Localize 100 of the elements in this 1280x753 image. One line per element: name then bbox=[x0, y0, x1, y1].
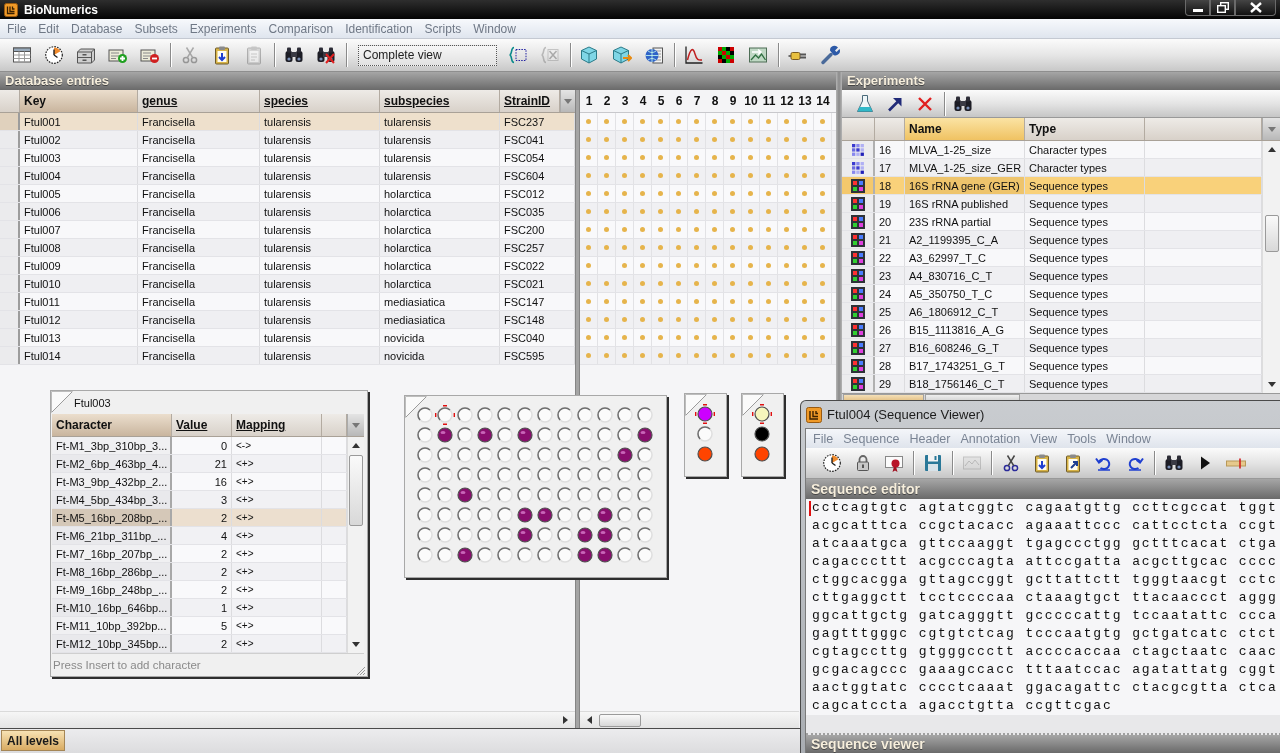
table-row[interactable]: 21 A2_1199395_C_A Sequence types bbox=[842, 231, 1262, 249]
table-row[interactable]: Ftul006 Francisella tularensis holarctica FSC035 bbox=[0, 203, 575, 221]
column-header[interactable]: genus bbox=[138, 90, 260, 112]
menu-item[interactable]: Identification bbox=[339, 19, 419, 38]
table-row[interactable]: 22 A3_62997_T_C Sequence types bbox=[842, 249, 1262, 267]
column-header[interactable]: 1 bbox=[580, 90, 598, 112]
scroll-down-icon[interactable] bbox=[1267, 381, 1276, 388]
panel-corner-icon[interactable] bbox=[685, 394, 707, 416]
plate-well-icon[interactable] bbox=[475, 425, 495, 445]
table-row[interactable]: 24 A5_350750_T_C Sequence types bbox=[842, 285, 1262, 303]
menu-item[interactable]: File bbox=[1, 19, 33, 38]
table-row[interactable]: Ftul010 Francisella tularensis holarctica FSC021 bbox=[0, 275, 575, 293]
scroll-left-icon[interactable] bbox=[586, 716, 593, 724]
color-grid-icon[interactable] bbox=[716, 45, 736, 65]
table-row[interactable]: 16 MLVA_1-25_size Character types bbox=[842, 141, 1262, 159]
binoculars-cross-icon[interactable] bbox=[316, 45, 336, 65]
table-row[interactable]: Ftul007 Francisella tularensis holarctica FSC200 bbox=[0, 221, 575, 239]
plate-well-icon[interactable] bbox=[455, 485, 475, 505]
table-row[interactable]: 23 A4_830716_C_T Sequence types bbox=[842, 267, 1262, 285]
table-row[interactable]: Ft-M7_16bp_207bp_... 2 <+> bbox=[52, 545, 347, 563]
cube-icon[interactable] bbox=[580, 45, 600, 65]
wrench-icon[interactable] bbox=[820, 45, 840, 65]
plate-well-icon[interactable] bbox=[435, 425, 455, 445]
plate-well-icon[interactable] bbox=[595, 505, 615, 525]
scroll-up-icon[interactable] bbox=[1267, 146, 1276, 153]
menu-item[interactable]: Subsets bbox=[128, 19, 184, 38]
binoculars-icon[interactable] bbox=[284, 45, 304, 65]
brace-selection-icon[interactable] bbox=[508, 45, 528, 65]
table-row[interactable]: Ftul009 Francisella tularensis holarctica FSC022 bbox=[0, 257, 575, 275]
panel-corner-icon[interactable] bbox=[405, 396, 427, 418]
column-header[interactable]: 8 bbox=[706, 90, 724, 112]
scrollbar-thumb[interactable] bbox=[1264, 215, 1279, 252]
level-tab[interactable]: All levels bbox=[1, 730, 66, 751]
table-row[interactable]: 18 16S rRNA gene (GER) Sequence types bbox=[842, 177, 1262, 195]
table-row[interactable]: Ftul011 Francisella tularensis mediasiatica FSC147 bbox=[0, 293, 575, 311]
table-row[interactable]: Ft-M4_5bp_434bp_3... 3 <+> bbox=[52, 491, 347, 509]
column-menu-button[interactable] bbox=[347, 414, 364, 436]
table-row[interactable]: 20 23S rRNA partial Sequence types bbox=[842, 213, 1262, 231]
plate-well-icon[interactable] bbox=[752, 424, 772, 444]
column-header[interactable]: 7 bbox=[688, 90, 706, 112]
table-row[interactable]: 26 B15_1113816_A_G Sequence types bbox=[842, 321, 1262, 339]
plate-well-icon[interactable] bbox=[615, 445, 635, 465]
close-button[interactable] bbox=[1235, 0, 1276, 16]
vertical-scrollbar[interactable] bbox=[347, 437, 364, 653]
globe-sheet-icon[interactable] bbox=[644, 45, 664, 65]
table-row[interactable]: Ftul005 Francisella tularensis holarctica FSC012 bbox=[0, 185, 575, 203]
column-header[interactable]: 12 bbox=[778, 90, 796, 112]
resize-grip-icon[interactable] bbox=[354, 664, 366, 676]
column-header[interactable]: 5 bbox=[652, 90, 670, 112]
flask-icon[interactable] bbox=[855, 93, 875, 114]
table-row[interactable]: Ft-M1_3bp_310bp_3... 0 <-> bbox=[52, 437, 347, 455]
caret-down-icon[interactable] bbox=[1267, 125, 1276, 133]
column-header[interactable]: 11 bbox=[760, 90, 778, 112]
menu-item[interactable]: Scripts bbox=[418, 19, 468, 38]
column-header[interactable]: 13 bbox=[796, 90, 814, 112]
table-row[interactable]: Ftul008 Francisella tularensis holarctica FSC257 bbox=[0, 239, 575, 257]
line-chart-icon[interactable] bbox=[684, 45, 704, 65]
column-header[interactable]: Key bbox=[20, 90, 138, 112]
picture-icon[interactable] bbox=[748, 45, 768, 65]
table-row[interactable]: Ftul002 Francisella tularensis tularensis FSC041 bbox=[0, 131, 575, 149]
plate-well-icon[interactable] bbox=[595, 525, 615, 545]
menu-item[interactable]: Edit bbox=[32, 19, 66, 38]
plate-well-icon[interactable] bbox=[515, 425, 535, 445]
scrollbar-thumb[interactable] bbox=[599, 713, 641, 727]
panel-corner-icon[interactable] bbox=[742, 394, 764, 416]
table-row[interactable]: Ftul013 Francisella tularensis novicida FSC040 bbox=[0, 329, 575, 347]
plate-well-icon[interactable] bbox=[695, 404, 715, 424]
scroll-up-icon[interactable] bbox=[352, 442, 360, 449]
column-header[interactable]: subspecies bbox=[380, 90, 500, 112]
plate-well-icon[interactable] bbox=[595, 545, 615, 565]
table-row[interactable]: Ftul014 Francisella tularensis novicida FSC595 bbox=[0, 347, 575, 365]
restore-button[interactable] bbox=[1210, 0, 1235, 16]
table-row[interactable]: Ftul012 Francisella tularensis mediasiatica FSC148 bbox=[0, 311, 575, 329]
table-row[interactable]: Ft-M10_16bp_646bp... 1 <+> bbox=[52, 599, 347, 617]
table-row[interactable]: Ft-M3_9bp_432bp_2... 16 <+> bbox=[52, 473, 347, 491]
plate-well-icon[interactable] bbox=[635, 425, 655, 445]
column-menu-button[interactable] bbox=[560, 90, 575, 112]
table-row[interactable]: Ftul004 Francisella tularensis tularensis FSC604 bbox=[0, 167, 575, 185]
menu-item[interactable]: Comparison bbox=[262, 19, 340, 38]
column-header[interactable]: 14 bbox=[814, 90, 832, 112]
column-header[interactable]: Type bbox=[1025, 118, 1145, 140]
column-header[interactable]: Character bbox=[52, 414, 172, 436]
cabinet-icon[interactable] bbox=[76, 45, 96, 65]
column-header[interactable]: 4 bbox=[634, 90, 652, 112]
plate-well-icon[interactable] bbox=[535, 505, 555, 525]
plate-well-icon[interactable] bbox=[752, 444, 772, 464]
cube-arrow-icon[interactable] bbox=[612, 45, 632, 65]
column-header[interactable]: 2 bbox=[598, 90, 616, 112]
table-row[interactable]: Ft-M11_10bp_392bp... 5 <+> bbox=[52, 617, 347, 635]
table-row[interactable]: Ft-M8_16bp_286bp_... 2 <+> bbox=[52, 563, 347, 581]
scroll-down-icon[interactable] bbox=[352, 641, 360, 648]
table-row[interactable]: Ftul003 Francisella tularensis tularensis FSC054 bbox=[0, 149, 575, 167]
caret-down-icon[interactable] bbox=[352, 421, 360, 429]
save-icon[interactable] bbox=[922, 453, 943, 473]
table-row[interactable]: Ft-M12_10bp_345bp... 2 <+> bbox=[52, 635, 347, 653]
menu-item[interactable]: Database bbox=[65, 19, 129, 38]
menu-item[interactable]: Window bbox=[467, 19, 522, 38]
table-row[interactable]: Ft-M5_16bp_208bp_... 2 <+> bbox=[52, 509, 347, 527]
minimize-button[interactable] bbox=[1185, 0, 1210, 16]
table-row[interactable]: 28 B17_1743251_G_T Sequence types bbox=[842, 357, 1262, 375]
